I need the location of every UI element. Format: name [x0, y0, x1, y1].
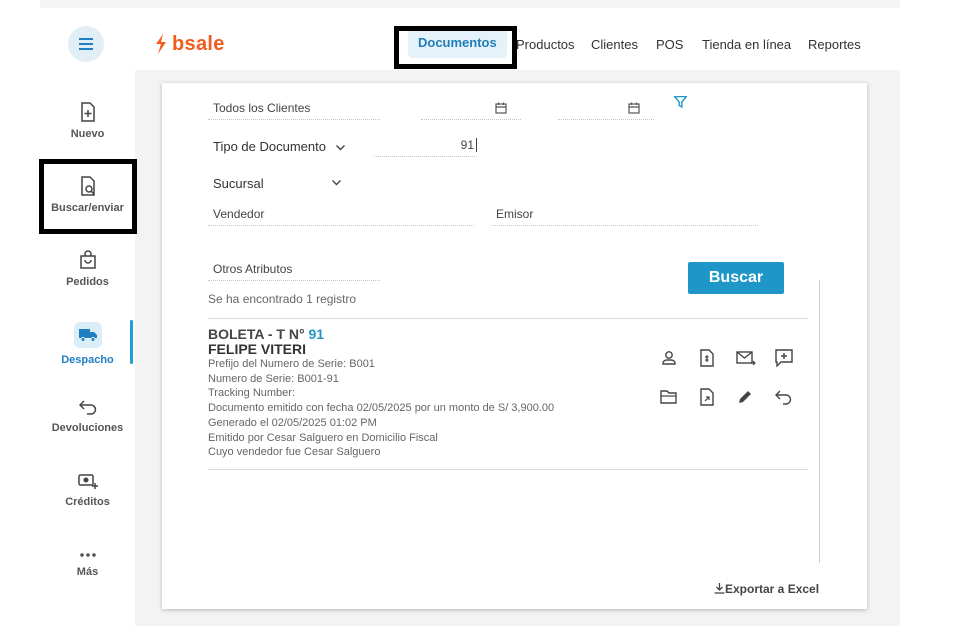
export-excel-link[interactable]: Exportar a Excel — [714, 582, 819, 596]
bsale-logo-icon — [156, 34, 166, 54]
calendar-icon[interactable] — [628, 102, 640, 114]
nav-documentos[interactable]: Documentos — [408, 28, 507, 58]
search-panel: Todos los Clientes Tipo de Documento 91 — [162, 83, 867, 609]
nav-pos[interactable]: POS — [656, 37, 683, 52]
results-summary: Se ha encontrado 1 registro — [208, 292, 357, 306]
sidebar-item-creditos[interactable]: Créditos — [40, 472, 135, 508]
detail-line: Cuyo vendedor fue Cesar Salguero — [208, 446, 381, 459]
export-excel-label: Exportar a Excel — [725, 582, 820, 596]
filter-icon[interactable] — [674, 96, 687, 108]
nav-reportes[interactable]: Reportes — [808, 37, 861, 52]
sidebar-item-label: Pedidos — [66, 276, 109, 288]
detail-line: Documento emitido con fecha 02/05/2025 p… — [208, 402, 555, 415]
top-strip — [40, 0, 900, 8]
nav-tienda-en-linea[interactable]: Tienda en línea — [702, 37, 791, 52]
document-type: BOLETA - T N° — [208, 326, 305, 342]
return-arrow-icon — [78, 400, 96, 415]
date-to-field[interactable] — [558, 99, 654, 120]
file-search-icon — [80, 176, 95, 196]
sucursal-label: Sucursal — [213, 176, 264, 191]
money-plus-icon — [77, 474, 98, 489]
undo-arrow-icon[interactable] — [775, 388, 793, 406]
clientes-filter[interactable]: Todos los Clientes — [208, 99, 380, 120]
document-client: FELIPE VITERI — [208, 341, 307, 357]
detail-line: Emitido por Cesar Salguero en Domicilio … — [208, 431, 438, 444]
vendedor-field[interactable]: Vendedor — [208, 205, 474, 226]
detail-line: Numero de Serie: B001-91 — [208, 372, 339, 385]
vendedor-label: Vendedor — [213, 207, 265, 221]
sidebar-item-mas[interactable]: Más — [40, 550, 135, 578]
sidebar-item-label: Créditos — [65, 496, 110, 508]
emisor-field[interactable]: Emisor — [491, 205, 758, 226]
sucursal-select[interactable]: Sucursal — [213, 176, 264, 191]
divider — [208, 318, 808, 319]
sidebar-item-nuevo[interactable]: Nuevo — [40, 102, 135, 140]
chevron-down-icon[interactable] — [332, 180, 341, 186]
document-money-icon[interactable] — [698, 349, 716, 367]
chevron-down-icon — [335, 144, 345, 151]
file-plus-icon — [80, 102, 95, 122]
sidebar-item-devoluciones[interactable]: Devoluciones — [40, 398, 135, 434]
sidebar-item-pedidos[interactable]: Pedidos — [40, 250, 135, 288]
otros-atributos-label: Otros Atributos — [213, 262, 293, 276]
sidebar-item-label: Nuevo — [70, 128, 105, 140]
shopping-bag-icon — [79, 250, 96, 269]
sidebar-item-buscar-enviar[interactable]: Buscar/enviar — [40, 176, 135, 214]
tipo-documento-select[interactable]: Tipo de Documento — [213, 139, 345, 154]
pencil-icon[interactable] — [736, 388, 754, 406]
more-dots-icon — [79, 553, 96, 557]
document-link-icon[interactable] — [698, 388, 716, 406]
email-send-icon[interactable] — [736, 349, 756, 367]
document-number: 91 — [308, 326, 325, 342]
document-number-input[interactable]: 91 — [374, 136, 477, 157]
document-number-value: 91 — [460, 138, 474, 152]
truck-icon — [73, 322, 102, 348]
clientes-filter-label: Todos los Clientes — [213, 101, 311, 115]
text-cursor — [476, 138, 477, 152]
document-details: Prefijo del Numero de Serie: B001 Numero… — [208, 357, 554, 460]
header: bsale Documentos Productos Clientes POS … — [40, 17, 900, 70]
app-window: bsale Documentos Productos Clientes POS … — [40, 17, 900, 626]
sidebar-item-despacho[interactable]: Despacho — [40, 322, 135, 366]
sidebar-item-label: Despacho — [61, 354, 114, 366]
sidebar: Nuevo Buscar/enviar Pedidos Despacho Dev… — [40, 70, 135, 626]
detail-line: Generado el 02/05/2025 01:02 PM — [208, 416, 377, 429]
comment-plus-icon[interactable] — [775, 349, 793, 367]
otros-atributos-field[interactable]: Otros Atributos — [208, 260, 380, 281]
folder-open-icon[interactable] — [660, 388, 678, 406]
date-from-field[interactable] — [421, 99, 521, 120]
detail-line: Tracking Number: — [208, 387, 296, 400]
sidebar-item-label: Buscar/enviar — [51, 202, 124, 214]
active-indicator — [130, 320, 133, 364]
buscar-button[interactable]: Buscar — [688, 262, 784, 294]
hamburger-icon — [79, 43, 93, 45]
document-title[interactable]: BOLETA - T N° 91 — [208, 326, 324, 342]
menu-toggle-button[interactable] — [68, 26, 104, 62]
emisor-label: Emisor — [496, 207, 534, 221]
nav-productos[interactable]: Productos — [516, 37, 575, 52]
calendar-icon[interactable] — [495, 102, 507, 114]
brand-name: bsale — [172, 32, 225, 55]
detail-line: Prefijo del Numero de Serie: B001 — [208, 358, 375, 370]
bsale-logo[interactable]: bsale — [154, 32, 225, 56]
scrollbar[interactable] — [819, 280, 820, 563]
user-icon[interactable] — [660, 349, 678, 367]
tipo-documento-label: Tipo de Documento — [213, 139, 326, 154]
download-icon — [714, 583, 725, 594]
sidebar-item-label: Más — [76, 566, 99, 578]
sidebar-item-label: Devoluciones — [51, 422, 124, 434]
nav-clientes[interactable]: Clientes — [591, 37, 638, 52]
divider — [208, 469, 808, 470]
